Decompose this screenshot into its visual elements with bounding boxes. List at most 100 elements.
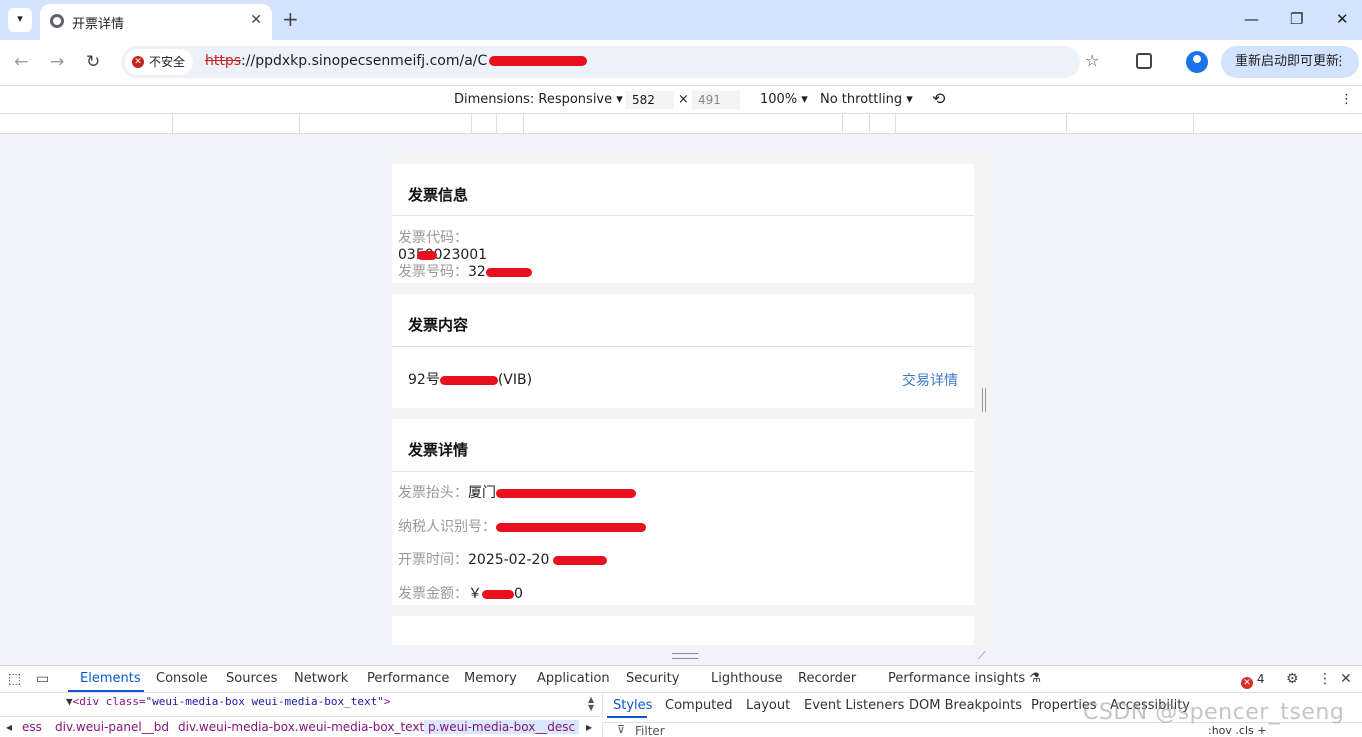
tab-dom-breakpoints[interactable]: DOM Breakpoints (909, 698, 1022, 713)
viewport-height-handle[interactable] (672, 653, 698, 659)
tab-application[interactable]: Application (537, 671, 610, 686)
redaction-mark (496, 522, 646, 532)
tab-performance[interactable]: Performance (367, 671, 449, 686)
issue-time-label: 开票时间： (398, 552, 468, 568)
globe-icon (50, 14, 64, 28)
tab-close-button[interactable]: ✕ (250, 12, 262, 28)
invoice-info-heading: 发票信息 (408, 186, 469, 204)
dom-tree-node[interactable]: ▼<div class="weui-media-box weui-media-b… (66, 695, 391, 708)
rotate-icon[interactable]: ⟲ (932, 89, 945, 108)
dimensions-dropdown[interactable]: Dimensions: Responsive ▾ (454, 92, 623, 107)
redaction-mark (485, 267, 532, 277)
transaction-detail-link[interactable]: 交易详情 (902, 370, 958, 390)
viewport-resize-corner-icon[interactable]: ⟋ (978, 649, 986, 663)
invoice-code-label: 发票代码： (398, 230, 468, 246)
redaction-mark (496, 488, 636, 498)
invoice-number-label: 发票号码： (398, 264, 468, 280)
minimize-button[interactable]: — (1244, 10, 1259, 28)
breadcrumb-scroll-left-icon[interactable]: ◂ (6, 720, 12, 734)
invoice-code-row: 发票代码：0350023001 (398, 227, 507, 263)
issue-time-value: 2025-02-20 (468, 552, 550, 568)
security-label: 不安全 (149, 55, 186, 69)
breadcrumb-item[interactable]: ess (22, 720, 42, 734)
invoice-info-panel: 发票信息 发票代码：0350023001 发票号码：32 (392, 164, 974, 283)
extensions-icon[interactable] (1136, 53, 1152, 69)
redaction-mark (439, 375, 498, 385)
csdn-watermark: CSDN @spencer_tseng (1083, 700, 1345, 725)
tab-computed[interactable]: Computed (665, 698, 733, 713)
amount-label: 发票金额： (398, 586, 468, 602)
amount-value: ￥ (468, 586, 482, 602)
breadcrumb-scroll-right-icon[interactable]: ▸ (586, 720, 592, 734)
tax-id-row: 纳税人识别号： (398, 516, 646, 536)
tab-event-listeners[interactable]: Event Listeners (804, 698, 904, 713)
forward-icon[interactable]: → (50, 52, 64, 72)
menu-icon: ⋮ (1334, 54, 1347, 69)
security-chip[interactable]: ✕ 不安全 (125, 49, 194, 75)
tab-search-button[interactable]: ▾ (8, 8, 32, 32)
active-tab[interactable]: 开票详情 ✕ (40, 4, 272, 40)
tab-console[interactable]: Console (156, 671, 208, 686)
zoom-dropdown[interactable]: 100% ▾ (760, 92, 808, 107)
tab-network[interactable]: Network (294, 671, 348, 686)
tax-id-label: 纳税人识别号： (398, 519, 496, 535)
back-icon[interactable]: ← (14, 52, 28, 72)
height-input[interactable]: 491 (692, 91, 740, 109)
url-rest: ://ppdxkp.sinopecsenmeifj.com/a/C (241, 53, 488, 69)
device-toggle-icon[interactable]: ▭ (36, 671, 49, 687)
invoice-details-panel: 发票详情 发票抬头：厦门 纳税人识别号： 开票时间：2025-02-20 发票金… (392, 419, 974, 605)
devtools-menu-icon[interactable]: ⋮ (1318, 671, 1332, 687)
address-bar[interactable]: ✕ 不安全 https://ppdxkp.sinopecsenmeifj.com… (121, 46, 1099, 78)
error-count-badge[interactable]: ✕ 4 (1241, 672, 1264, 689)
tab-elements[interactable]: Elements (80, 671, 141, 686)
update-button[interactable]: 重新启动即可更新 ⋮ (1221, 46, 1359, 78)
restore-button[interactable]: ❐ (1290, 10, 1303, 28)
tab-performance-insights[interactable]: Performance insights ⚗ (888, 671, 1041, 686)
url-scheme: https (205, 53, 242, 69)
redaction-mark (489, 56, 588, 66)
url-text[interactable]: https://ppdxkp.sinopecsenmeifj.com/a/C (205, 53, 588, 69)
devtools-close-icon[interactable]: ✕ (1340, 671, 1352, 687)
media-query-ruler[interactable] (0, 114, 1362, 134)
tab-lighthouse[interactable]: Lighthouse (711, 671, 783, 686)
invoice-title-value: 厦门 (468, 485, 496, 501)
tab-security[interactable]: Security (626, 671, 679, 686)
tab-memory[interactable]: Memory (464, 671, 517, 686)
breadcrumb: ◂ ess div.weui-panel__bd div.weui-media-… (0, 716, 600, 737)
breadcrumb-item-selected[interactable]: p.weui-media-box__desc (424, 720, 580, 734)
new-tab-button[interactable]: + (282, 8, 299, 30)
breadcrumb-item[interactable]: div.weui-panel__bd (55, 720, 169, 734)
issue-time-row: 开票时间：2025-02-20 (398, 549, 608, 569)
scroll-arrows-icon[interactable]: ▲ ▼ (588, 696, 594, 712)
tab-sources[interactable]: Sources (226, 671, 277, 686)
tab-recorder[interactable]: Recorder (798, 671, 856, 686)
filter-toggles[interactable]: :hov .cls + (1208, 724, 1266, 737)
tab-layout[interactable]: Layout (746, 698, 790, 713)
invoice-number-row: 发票号码：32 (398, 261, 532, 281)
tab-styles[interactable]: Styles (613, 698, 652, 713)
expand-triangle-icon[interactable]: ▼ (66, 695, 73, 708)
viewport-width-handle[interactable] (982, 388, 986, 412)
divider (392, 215, 974, 216)
bookmark-star-icon[interactable]: ☆ (1085, 51, 1099, 70)
width-input[interactable]: 582 (626, 91, 674, 109)
inspect-element-icon[interactable]: ⬚ (8, 671, 21, 687)
mobile-page: 发票信息 发票代码：0350023001 发票号码：32 发票内容 92号 (VI… (392, 153, 993, 645)
tab-strip: ▾ 开票详情 ✕ + — ❐ ✕ (0, 0, 1362, 40)
throttling-dropdown[interactable]: No throttling ▾ (820, 92, 913, 107)
profile-avatar[interactable] (1186, 51, 1208, 73)
breadcrumb-item[interactable]: div.weui-media-box.weui-media-box_text (178, 720, 424, 734)
active-tab-indicator (68, 690, 144, 692)
device-menu-icon[interactable]: ⋮ (1340, 92, 1353, 107)
active-styles-tab-indicator (607, 716, 647, 718)
reload-icon[interactable]: ↻ (86, 52, 100, 72)
settings-gear-icon[interactable]: ⚙ (1286, 671, 1299, 687)
window-close-button[interactable]: ✕ (1336, 10, 1349, 28)
filter-input[interactable]: Filter (635, 724, 665, 737)
tab-title: 开票详情 (72, 17, 125, 32)
divider (392, 346, 974, 347)
redaction-mark (553, 555, 608, 565)
dimension-times: × (678, 92, 689, 107)
invoice-content-panel: 发票内容 92号 (VIB) 交易详情 (392, 294, 974, 408)
error-icon: ✕ (1241, 677, 1253, 689)
